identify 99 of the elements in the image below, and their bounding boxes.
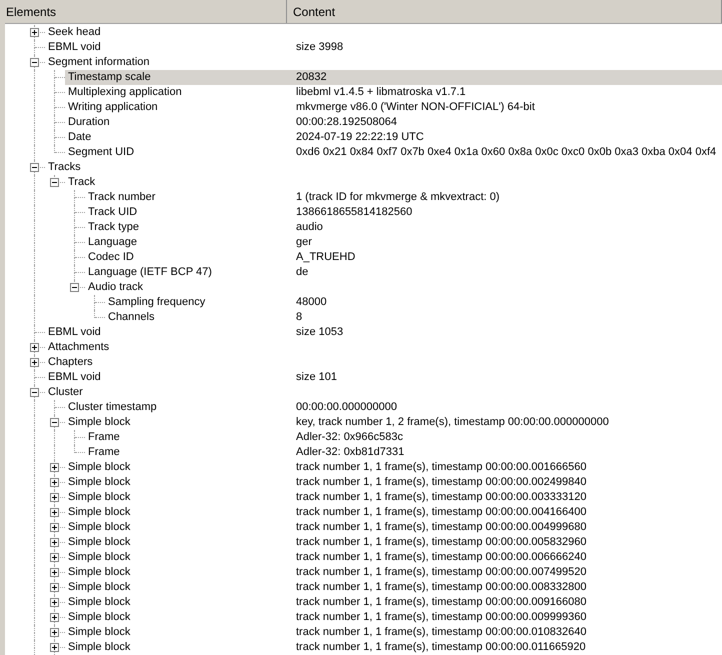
column-header[interactable]: Elements xyxy=(5,0,287,23)
expand-icon[interactable] xyxy=(50,538,59,547)
collapse-icon[interactable] xyxy=(50,418,59,427)
element-value: size 3998 xyxy=(295,40,344,55)
element-name[interactable]: Simple block xyxy=(65,475,134,490)
element-name[interactable]: Simple block xyxy=(65,520,134,535)
element-value: audio xyxy=(295,220,324,235)
expand-icon[interactable] xyxy=(50,493,59,502)
element-value: track number 1, 1 frame(s), timestamp 00:00:00.004166400 xyxy=(295,505,588,520)
element-name[interactable]: EBML void xyxy=(45,325,104,340)
element-value: Adler-32: 0xb81d7331 xyxy=(295,445,406,460)
element-name[interactable]: Date xyxy=(65,130,94,145)
element-name[interactable]: Track number xyxy=(85,190,158,205)
expand-icon[interactable] xyxy=(50,628,59,637)
element-value: mkvmerge v86.0 ('Winter NON-OFFICIAL') 64-bit xyxy=(295,100,536,115)
expand-icon[interactable] xyxy=(50,643,59,652)
expand-icon[interactable] xyxy=(30,343,39,352)
element-name[interactable]: Simple block xyxy=(65,415,134,430)
element-name[interactable]: Cluster timestamp xyxy=(65,400,160,415)
element-name[interactable]: Audio track xyxy=(85,280,146,295)
element-value: 0xd6 0x21 0x84 0xf7 0x7b 0xe4 0x1a 0x60 0x8a 0x0c 0xc0 0x0b 0xa3 0xba 0x04 0xf4 xyxy=(295,145,718,160)
element-name[interactable]: Timestamp scale xyxy=(65,70,292,85)
element-value: track number 1, 1 frame(s), timestamp 00:00:00.010832640 xyxy=(295,625,588,640)
element-name[interactable]: Simple block xyxy=(65,610,134,625)
element-value: track number 1, 1 frame(s), timestamp 00:00:00.007499520 xyxy=(295,565,588,580)
element-name[interactable]: Duration xyxy=(65,115,113,130)
collapse-icon[interactable] xyxy=(30,163,39,172)
element-name[interactable]: Channels xyxy=(105,310,158,325)
expand-icon[interactable] xyxy=(50,553,59,562)
element-name[interactable]: Simple block xyxy=(65,460,134,475)
element-value: ger xyxy=(295,235,313,250)
element-name[interactable]: Frame xyxy=(85,430,123,445)
element-value: 2024-07-19 22:22:19 UTC xyxy=(295,130,425,145)
element-value: libebml v1.4.5 + libmatroska v1.7.1 xyxy=(295,85,467,100)
element-name[interactable]: Writing application xyxy=(65,100,161,115)
element-value: track number 1, 1 frame(s), timestamp 00:00:00.002499840 xyxy=(295,475,588,490)
element-value: track number 1, 1 frame(s), timestamp 00:00:00.001666560 xyxy=(295,460,588,475)
element-name[interactable]: Frame xyxy=(85,445,123,460)
element-value: key, track number 1, 2 frame(s), timestamp 00:00:00.000000000 xyxy=(295,415,610,430)
element-name[interactable]: Simple block xyxy=(65,595,134,610)
element-value: 00:00:28.192508064 xyxy=(295,115,398,130)
element-name[interactable]: Simple block xyxy=(65,580,134,595)
collapse-icon[interactable] xyxy=(30,388,39,397)
element-name[interactable]: Segment information xyxy=(45,55,152,70)
expand-icon[interactable] xyxy=(50,568,59,577)
element-value: size 1053 xyxy=(295,325,344,340)
element-name[interactable]: Codec ID xyxy=(85,250,137,265)
element-name[interactable]: Track xyxy=(65,175,98,190)
element-name[interactable]: Simple block xyxy=(65,640,134,655)
element-name[interactable]: EBML void xyxy=(45,370,104,385)
element-value: track number 1, 1 frame(s), timestamp 00:00:00.005832960 xyxy=(295,535,588,550)
element-name[interactable]: Track UID xyxy=(85,205,140,220)
element-value: track number 1, 1 frame(s), timestamp 00:00:00.006666240 xyxy=(295,550,588,565)
element-name[interactable]: Simple block xyxy=(65,550,134,565)
element-value: 1 (track ID for mkvmerge & mkvextract: 0) xyxy=(295,190,501,205)
element-value: track number 1, 1 frame(s), timestamp 00:00:00.011665920 xyxy=(295,640,587,655)
element-name[interactable]: Simple block xyxy=(65,625,134,640)
element-value: de xyxy=(295,265,310,280)
element-value: track number 1, 1 frame(s), timestamp 00:00:00.004999680 xyxy=(295,520,588,535)
element-name[interactable]: Sampling frequency xyxy=(105,295,208,310)
expand-icon[interactable] xyxy=(30,358,39,367)
element-name[interactable]: Chapters xyxy=(45,355,96,370)
element-name[interactable]: Simple block xyxy=(65,490,134,505)
element-value: 00:00:00.000000000 xyxy=(295,400,398,415)
collapse-icon[interactable] xyxy=(30,58,39,67)
element-name[interactable]: Multiplexing application xyxy=(65,85,185,100)
element-value: track number 1, 1 frame(s), timestamp 00:00:00.008332800 xyxy=(295,580,588,595)
element-value: A_TRUEHD xyxy=(295,250,356,265)
element-value: size 101 xyxy=(295,370,338,385)
element-name[interactable]: Cluster xyxy=(45,385,86,400)
expand-icon[interactable] xyxy=(50,508,59,517)
element-value: 8 xyxy=(295,310,304,325)
expand-icon[interactable] xyxy=(50,598,59,607)
element-name[interactable]: Segment UID xyxy=(65,145,138,160)
element-name[interactable]: Tracks xyxy=(45,160,84,175)
element-value: 48000 xyxy=(295,295,328,310)
element-name[interactable]: EBML void xyxy=(45,40,104,55)
element-value: 20832 xyxy=(292,70,722,85)
element-value: track number 1, 1 frame(s), timestamp 00:00:00.003333120 xyxy=(295,490,588,505)
element-value: Adler-32: 0x966c583c xyxy=(295,430,404,445)
element-name[interactable]: Attachments xyxy=(45,340,112,355)
expand-icon[interactable] xyxy=(50,523,59,532)
expand-icon[interactable] xyxy=(50,463,59,472)
element-name[interactable]: Track type xyxy=(85,220,142,235)
element-name[interactable]: Simple block xyxy=(65,565,134,580)
collapse-icon[interactable] xyxy=(70,283,79,292)
element-name[interactable]: Language xyxy=(85,235,140,250)
element-name[interactable]: Simple block xyxy=(65,505,134,520)
element-value: track number 1, 1 frame(s), timestamp 00:00:00.009166080 xyxy=(295,595,588,610)
expand-icon[interactable] xyxy=(50,478,59,487)
element-value: 1386618655814182560 xyxy=(295,205,414,220)
element-name[interactable]: Language (IETF BCP 47) xyxy=(85,265,215,280)
expand-icon[interactable] xyxy=(50,583,59,592)
element-value: track number 1, 1 frame(s), timestamp 00:00:00.009999360 xyxy=(295,610,588,625)
element-name[interactable]: Seek head xyxy=(45,25,104,40)
element-name[interactable]: Simple block xyxy=(65,535,134,550)
collapse-icon[interactable] xyxy=(50,178,59,187)
expand-icon[interactable] xyxy=(30,28,39,37)
expand-icon[interactable] xyxy=(50,613,59,622)
